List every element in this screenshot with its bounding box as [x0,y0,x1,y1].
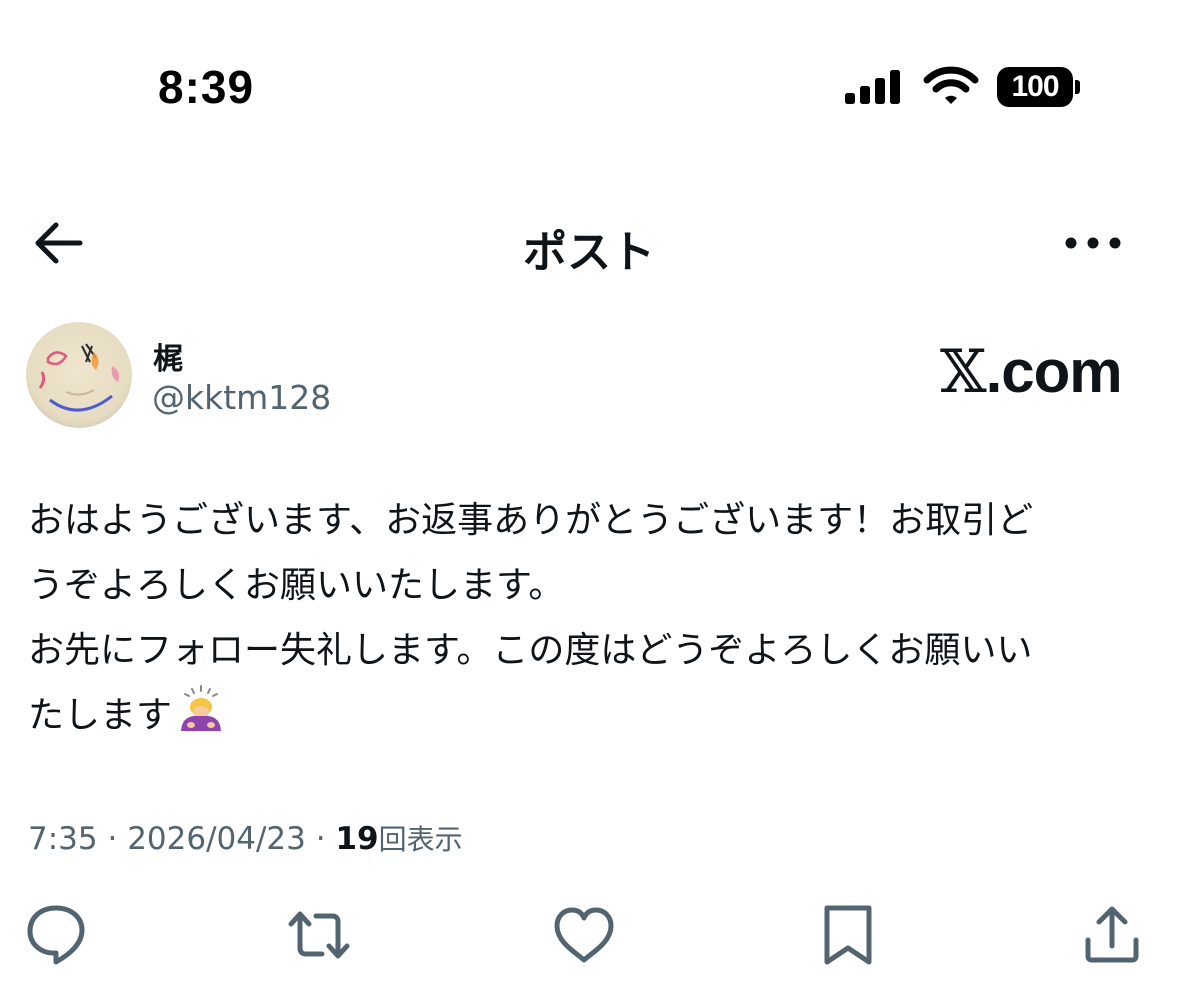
battery-icon: 100 [997,67,1081,107]
action-bar [0,900,1178,970]
share-icon [1085,906,1139,963]
repost-icon [288,911,350,959]
more-horizontal-icon [1065,237,1121,249]
wifi-icon [923,66,979,110]
x-com-watermark: 𝕏.com [940,337,1123,407]
post-line: おはようございます、お返事ありがとうございます！お取引ど [28,500,1034,541]
reply-icon [27,905,85,965]
meta-separator: · [305,821,336,857]
like-button[interactable] [549,900,619,970]
post-time[interactable]: 7:35 [28,821,98,857]
reply-button[interactable] [22,900,92,970]
avatar[interactable] [26,322,132,428]
status-time: 8:39 [158,61,255,113]
post-date[interactable]: 2026/04/23 [127,821,306,857]
post-line: お先にフォロー失礼します。この度はどうぞよろしくお願いい [28,630,1033,671]
bookmark-icon [824,905,872,965]
post-line: うぞよろしくお願いいたします。 [28,565,565,606]
person-bowing-emoji [176,683,226,754]
post-line-text: たします [28,695,173,736]
watermark-domain: .com [985,338,1123,405]
views-count: 19 [335,821,379,857]
status-bar: 8:39 100 [0,0,1178,150]
page-title: ポスト [523,227,655,278]
like-icon [554,907,614,963]
author-handle[interactable]: @kktm128 [152,378,331,417]
signal-icon [845,70,903,108]
views-label: 回表示 [378,823,463,856]
meta-separator: · [97,821,128,857]
x-logo: 𝕏 [940,337,987,407]
nav-header: ポスト [0,200,1178,290]
more-button[interactable] [1060,225,1126,261]
post-text: おはようございます、お返事ありがとうございます！お取引ど うぞよろしくお願いいた… [28,488,1148,754]
battery-level: 100 [1011,70,1059,103]
author-display-name[interactable]: 梶 [153,334,183,378]
post-meta: 7:35 · 2026/04/23 · 19回表示 [28,818,463,858]
share-button[interactable] [1077,900,1147,970]
repost-button[interactable] [284,900,354,970]
post-line-last: たします [28,683,1148,754]
bookmark-button[interactable] [813,900,883,970]
